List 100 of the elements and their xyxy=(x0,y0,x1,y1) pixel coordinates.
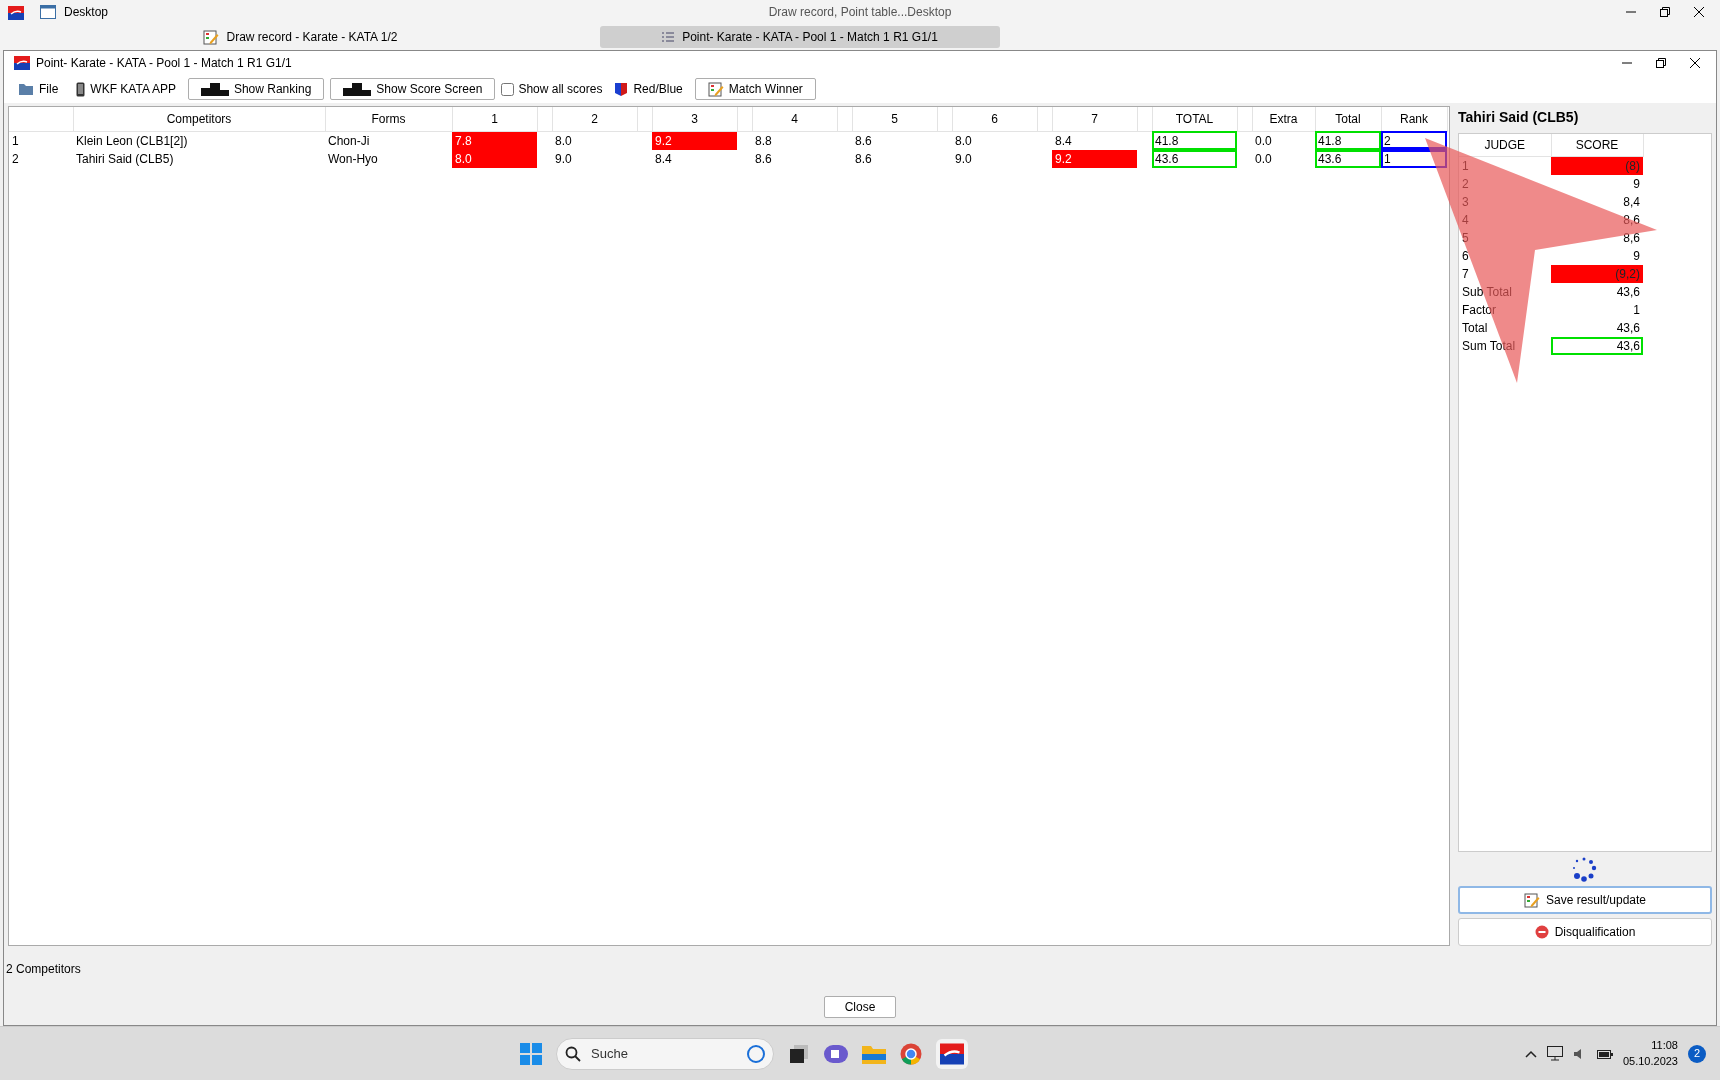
judge-label: Factor xyxy=(1461,301,1497,319)
desktop-title: Desktop xyxy=(64,4,109,21)
score-cell-text: 9.0 xyxy=(954,150,973,168)
total-cell: 43.6 xyxy=(1152,149,1237,168)
menu-item[interactable]: File xyxy=(12,80,65,98)
row-number: 2 xyxy=(11,150,20,168)
table-cell: Won-Hyo xyxy=(325,149,452,168)
edit-icon xyxy=(707,81,724,97)
table-cell: 0.0 xyxy=(1252,149,1315,168)
folder-icon[interactable] xyxy=(862,1043,886,1064)
restore-icon[interactable] xyxy=(1656,58,1666,68)
score-cell-text: 8.6 xyxy=(754,150,773,168)
table-cell: Klein Leon (CLB1[2]) xyxy=(73,131,325,150)
score-cell-text: 9 xyxy=(1632,247,1641,265)
battery-icon[interactable] xyxy=(1596,1047,1613,1060)
score-cell-text: 43,6 xyxy=(1615,319,1641,337)
score-cell-text: 8.6 xyxy=(854,150,873,168)
task-view-icon[interactable] xyxy=(788,1042,810,1065)
chevron-up-icon[interactable] xyxy=(1524,1049,1537,1058)
score-cell-text: 1 xyxy=(1632,301,1641,319)
phone-icon xyxy=(76,81,86,97)
app-logo xyxy=(8,5,24,20)
judge-label: 1 xyxy=(1459,156,1551,175)
row-number: 1 xyxy=(9,131,73,150)
edit-icon xyxy=(1523,892,1540,908)
column-header: 2 xyxy=(552,107,637,131)
search-bar[interactable]: Suche xyxy=(556,1037,774,1070)
toolbar-button[interactable]: Show Ranking xyxy=(187,78,325,100)
score-cell: (9,2) xyxy=(1551,264,1643,283)
table-cell: 0.0 xyxy=(1252,131,1315,150)
column-header: 4 xyxy=(752,107,837,131)
close-button[interactable]: Close xyxy=(823,996,897,1018)
status-text: 2 Competitors xyxy=(6,961,81,978)
total-cell: 41.8 xyxy=(1152,131,1237,150)
checkbox[interactable] xyxy=(501,82,515,96)
score-cell: 43,6 xyxy=(1551,282,1643,301)
notepad-icon xyxy=(202,29,219,45)
window-title: Point- Karate - KATA - Pool 1 - Match 1 R1 G1/1 xyxy=(36,55,292,72)
judge-label: 2 xyxy=(1459,174,1551,193)
document-tab[interactable]: Point- Karate - KATA - Pool 1 - Match 1 R1 G1/1 xyxy=(600,26,1000,48)
column-header: Competitors xyxy=(73,107,325,131)
window-title: Draw record, Point table...Desktop xyxy=(768,4,952,21)
column-header: 3 xyxy=(652,107,737,131)
column-header: Forms xyxy=(325,107,452,131)
close-icon[interactable] xyxy=(1694,7,1704,17)
browser-icon[interactable] xyxy=(900,1042,922,1065)
notification-badge[interactable]: 2 xyxy=(1688,1044,1706,1063)
toolbar-button[interactable]: Show Score Screen xyxy=(330,78,496,100)
network-icon[interactable] xyxy=(1546,1046,1563,1061)
column-header: Rank xyxy=(1381,107,1447,131)
competitor-title: Tahiri Said (CLB5) xyxy=(1457,108,1580,127)
menu-item[interactable]: Red/Blue xyxy=(608,80,689,98)
checkbox-label: Show all scores xyxy=(518,81,603,98)
column-header: 5 xyxy=(852,107,937,131)
judge-label: 7 xyxy=(1459,264,1551,283)
total-cell: 41.8 xyxy=(1315,131,1381,150)
clock-date: 05.10.2023 xyxy=(1622,1053,1678,1069)
column-header: TOTAL xyxy=(1152,107,1237,131)
start-icon[interactable] xyxy=(520,1042,542,1065)
rank-cell: 2 xyxy=(1381,131,1447,150)
window-icon xyxy=(40,5,56,19)
action-button[interactable]: Disqualification xyxy=(1458,918,1712,946)
podium-icon xyxy=(343,82,372,96)
search-field[interactable]: Suche xyxy=(589,1042,739,1065)
loading-spinner-icon xyxy=(1571,856,1597,882)
column-header: Extra xyxy=(1252,107,1315,131)
score-cell-text: 8,4 xyxy=(1622,193,1641,211)
judge-label: 4 xyxy=(1461,211,1470,229)
column-header: 7 xyxy=(1052,107,1137,131)
judge-label: Sub Total xyxy=(1459,282,1551,301)
table-cell: Chon-Ji xyxy=(325,131,452,150)
restore-icon[interactable] xyxy=(1660,7,1670,17)
video-icon[interactable] xyxy=(824,1042,848,1065)
document-tab[interactable]: Draw record - Karate - KATA 1/2 xyxy=(100,26,500,48)
score-cell: 8.0 xyxy=(952,131,1037,150)
stop-icon xyxy=(1534,925,1549,939)
close-icon[interactable] xyxy=(1690,58,1700,68)
folder-icon xyxy=(18,82,34,96)
shield-icon xyxy=(614,81,629,97)
total-cell: 43.6 xyxy=(1315,149,1381,168)
toolbar-button[interactable]: Match Winner xyxy=(694,78,816,100)
clock-time: 11:08 xyxy=(1650,1038,1678,1054)
score-cell: 43,6 xyxy=(1551,336,1643,355)
menu-item[interactable]: WKF KATA APP xyxy=(70,80,182,98)
table-cell-text: Tahiri Said (CLB5) xyxy=(75,150,175,168)
score-cell-text: 9.0 xyxy=(554,150,573,168)
score-cell: 8.4 xyxy=(652,149,737,168)
action-button[interactable]: Save result/update xyxy=(1458,886,1712,914)
score-cell: 8.8 xyxy=(752,131,837,150)
podium-icon xyxy=(200,82,229,96)
app-logo xyxy=(14,56,30,70)
judge-label: 5 xyxy=(1461,229,1470,247)
search-icon xyxy=(565,1045,581,1062)
column-header: Total xyxy=(1315,107,1381,131)
score-cell-text: 8,6 xyxy=(1622,229,1641,247)
score-cell: 8.4 xyxy=(1052,131,1137,150)
judge-label: Sum Total xyxy=(1459,336,1551,355)
column-header: 6 xyxy=(952,107,1037,131)
judge-label: 3 xyxy=(1461,193,1470,211)
app-logo xyxy=(940,1042,964,1065)
